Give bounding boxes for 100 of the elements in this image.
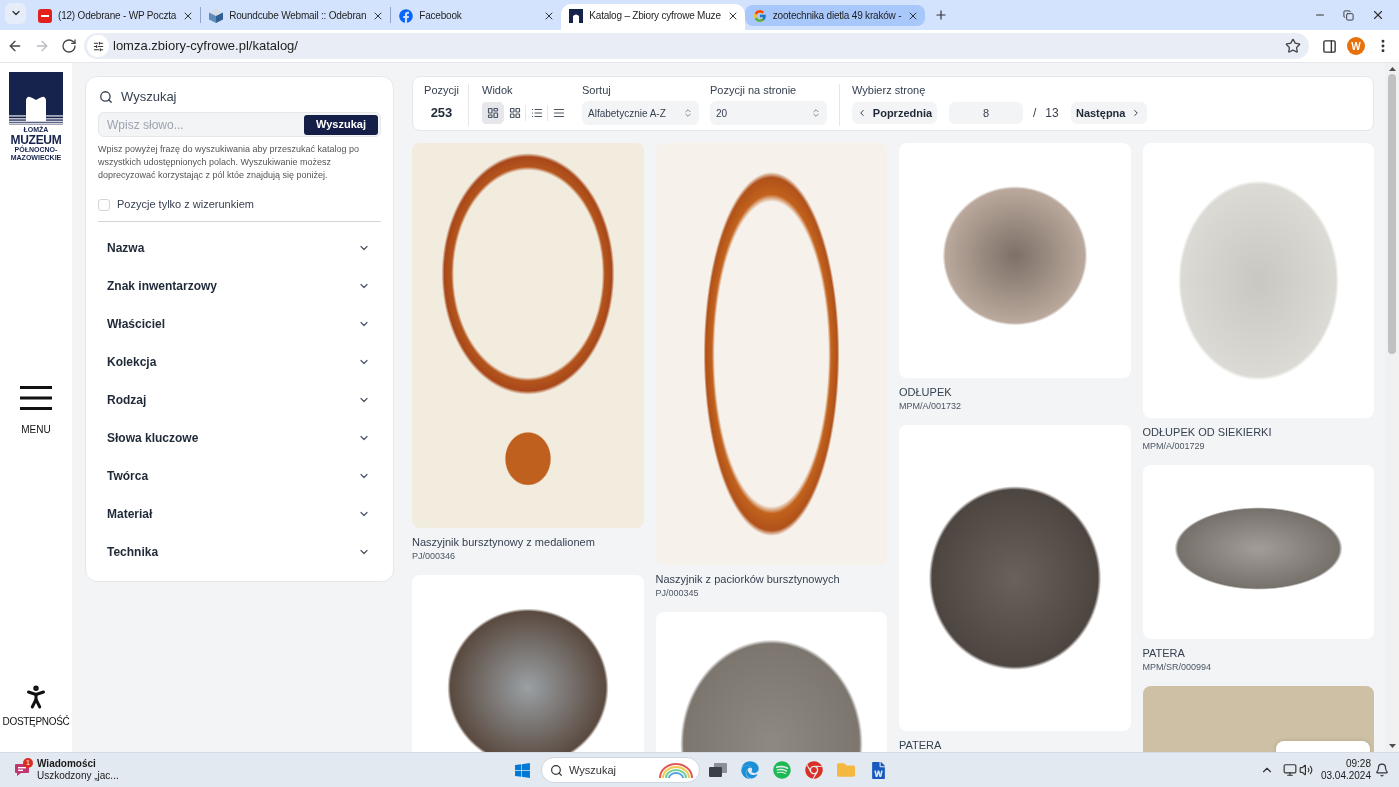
scroll-down-icon[interactable] xyxy=(1388,744,1396,748)
edge-icon xyxy=(741,761,759,779)
logo-icon xyxy=(9,72,63,125)
spotify-icon xyxy=(773,761,791,779)
photo-placeholder[interactable] xyxy=(412,575,644,752)
filter-accordion-item[interactable]: Kolekcja xyxy=(98,343,381,381)
item-code: PJ/000346 xyxy=(412,550,457,562)
page-separator: / xyxy=(1033,105,1037,122)
search-icon xyxy=(550,763,563,777)
rainbow-icon xyxy=(658,762,694,778)
browser-tab[interactable]: Facebook xyxy=(391,4,562,30)
menu-button[interactable]: MENU xyxy=(20,386,52,436)
item-code: MPM/A/001732 xyxy=(899,400,963,412)
chat-icon[interactable] xyxy=(14,762,30,778)
google-icon xyxy=(752,8,767,23)
arch-logo-icon xyxy=(569,8,584,23)
filter-accordion-item[interactable]: Słowa kluczowe xyxy=(98,419,381,457)
filter-accordion-item[interactable]: Nazwa xyxy=(98,229,381,267)
clock-time[interactable]: 09:28 xyxy=(1345,758,1371,770)
grid-icon xyxy=(508,107,521,119)
site-info-button[interactable] xyxy=(87,35,109,57)
sort-label: Sortuj xyxy=(582,84,612,97)
volume-icon[interactable] xyxy=(1299,763,1313,777)
browser-tab[interactable]: Roundcube Webmail :: Odebran xyxy=(201,4,391,30)
updown-chevron-icon xyxy=(811,108,821,118)
item-title[interactable]: Naszyjnik bursztynowy z medalionem xyxy=(412,536,644,549)
previous-page-button[interactable]: Poprzednia xyxy=(852,102,937,124)
item-code: MPM/A/001729 xyxy=(1142,440,1206,452)
search-title: Wyszukaj xyxy=(121,89,177,104)
page-input[interactable]: 8 xyxy=(949,102,1023,124)
address-bar[interactable]: lomza.zbiory-cyfrowe.pl/katalog/ xyxy=(84,33,1309,59)
search-help-text: Wpisz powyżej frazę do wyszukiwania aby przeszukać katalog po wszystkich udostępnionych polach. Wyszukiwanie możesz doprecyzować korzystając z pól któe znajdują się poniżej. xyxy=(98,143,361,182)
word-document-icon xyxy=(869,761,887,779)
side-panel-icon xyxy=(1321,38,1337,54)
browser-tab[interactable]: (12) Odebrane - WP Poczta xyxy=(30,4,201,30)
filter-accordion-item[interactable]: Właściciel xyxy=(98,305,381,343)
reload-icon xyxy=(61,38,77,54)
menu-icon xyxy=(20,386,52,410)
layout-icon xyxy=(486,107,499,119)
notification-title[interactable]: Wiadomości xyxy=(37,758,119,770)
next-page-button[interactable]: Następna xyxy=(1070,102,1147,124)
item-title[interactable]: PATERA xyxy=(1142,647,1374,660)
browser-tab[interactable]: Katalog – Zbiory cyfrowe Muze xyxy=(561,4,745,30)
task-view-icon xyxy=(709,763,727,777)
filter-accordion-item[interactable]: Rodzaj xyxy=(98,381,381,419)
lines-icon xyxy=(552,107,565,119)
scrollbar[interactable] xyxy=(1385,63,1399,752)
bell-icon[interactable] xyxy=(1375,763,1389,777)
search-button[interactable]: Wyszukaj xyxy=(304,114,378,135)
monitor-icon[interactable] xyxy=(1283,763,1297,777)
filter-accordion-item[interactable]: Znak inwentarzowy xyxy=(98,267,381,305)
chrome-button[interactable] xyxy=(802,758,826,782)
count-label: Pozycji xyxy=(424,84,459,97)
total-pages: 13 xyxy=(1045,105,1059,122)
logo-name-text: MUZEUM xyxy=(10,134,62,146)
item-title[interactable]: ODŁUPEK OD SIEKIERKI xyxy=(1142,426,1374,439)
sort-select[interactable]: Alfabetycznie A-Z xyxy=(582,101,699,125)
item-title[interactable]: ODŁUPEK xyxy=(899,386,1131,399)
forward-arrow-icon xyxy=(34,38,50,54)
square-logo-icon xyxy=(38,8,52,23)
sliders-icon xyxy=(92,40,104,52)
photo-placeholder[interactable] xyxy=(655,143,887,565)
facebook-icon xyxy=(399,8,414,23)
windows-icon xyxy=(513,761,531,779)
folder-icon xyxy=(837,761,855,779)
restore-icon xyxy=(1343,9,1354,21)
count-value: 253 xyxy=(430,104,453,123)
clock-date[interactable]: 03.04.2024 xyxy=(1320,770,1371,782)
chrome-icon xyxy=(805,761,823,779)
image-only-checkbox[interactable] xyxy=(98,198,110,211)
item-title[interactable]: Naszyjnik z paciorków bursztynowych xyxy=(655,573,887,586)
item-code: PJ/000345 xyxy=(655,587,700,599)
filter-accordion-item[interactable]: Materiał xyxy=(98,495,381,533)
tab-list-button[interactable] xyxy=(5,2,26,24)
notification-text[interactable]: Uszkodzony „jac... xyxy=(37,770,119,782)
view-button[interactable] xyxy=(482,102,503,124)
filter-accordion-item[interactable]: Technika xyxy=(98,533,381,571)
per-page-select[interactable]: 20 xyxy=(710,101,827,125)
scroll-up-icon[interactable] xyxy=(1388,67,1396,71)
photo-placeholder[interactable] xyxy=(899,143,1131,378)
image-only-label[interactable]: Pozycje tylko z wizerunkiem xyxy=(117,198,254,211)
bookmark-star-icon[interactable] xyxy=(1285,38,1301,54)
photo-placeholder[interactable] xyxy=(1142,465,1374,639)
accessibility-button[interactable]: DOSTĘPNOŚĆ xyxy=(2,682,70,728)
scrollbar-thumb[interactable] xyxy=(1388,74,1396,354)
photo-placeholder[interactable] xyxy=(412,143,644,528)
per-page-label: Pozycji na stronie xyxy=(710,84,798,97)
filter-accordion-item[interactable]: Twórca xyxy=(98,457,381,495)
updown-chevron-icon xyxy=(683,108,693,118)
taskbar-search-field[interactable]: Wyszukaj xyxy=(541,757,700,783)
plus-icon xyxy=(934,8,949,22)
search-field[interactable]: Wpisz słowo... Wyszukaj xyxy=(98,112,381,137)
item-code: MPM/SR/000994 xyxy=(1142,661,1213,673)
browser-tab[interactable]: zootechnika dietla 49 kraków - xyxy=(744,5,926,26)
view-label: Widok xyxy=(482,84,514,97)
search-icon xyxy=(99,89,113,104)
cube-icon xyxy=(209,8,224,23)
item-title[interactable]: PATERA xyxy=(899,739,1131,752)
photo-placeholder[interactable] xyxy=(899,425,1131,731)
edge-button[interactable] xyxy=(738,758,762,782)
